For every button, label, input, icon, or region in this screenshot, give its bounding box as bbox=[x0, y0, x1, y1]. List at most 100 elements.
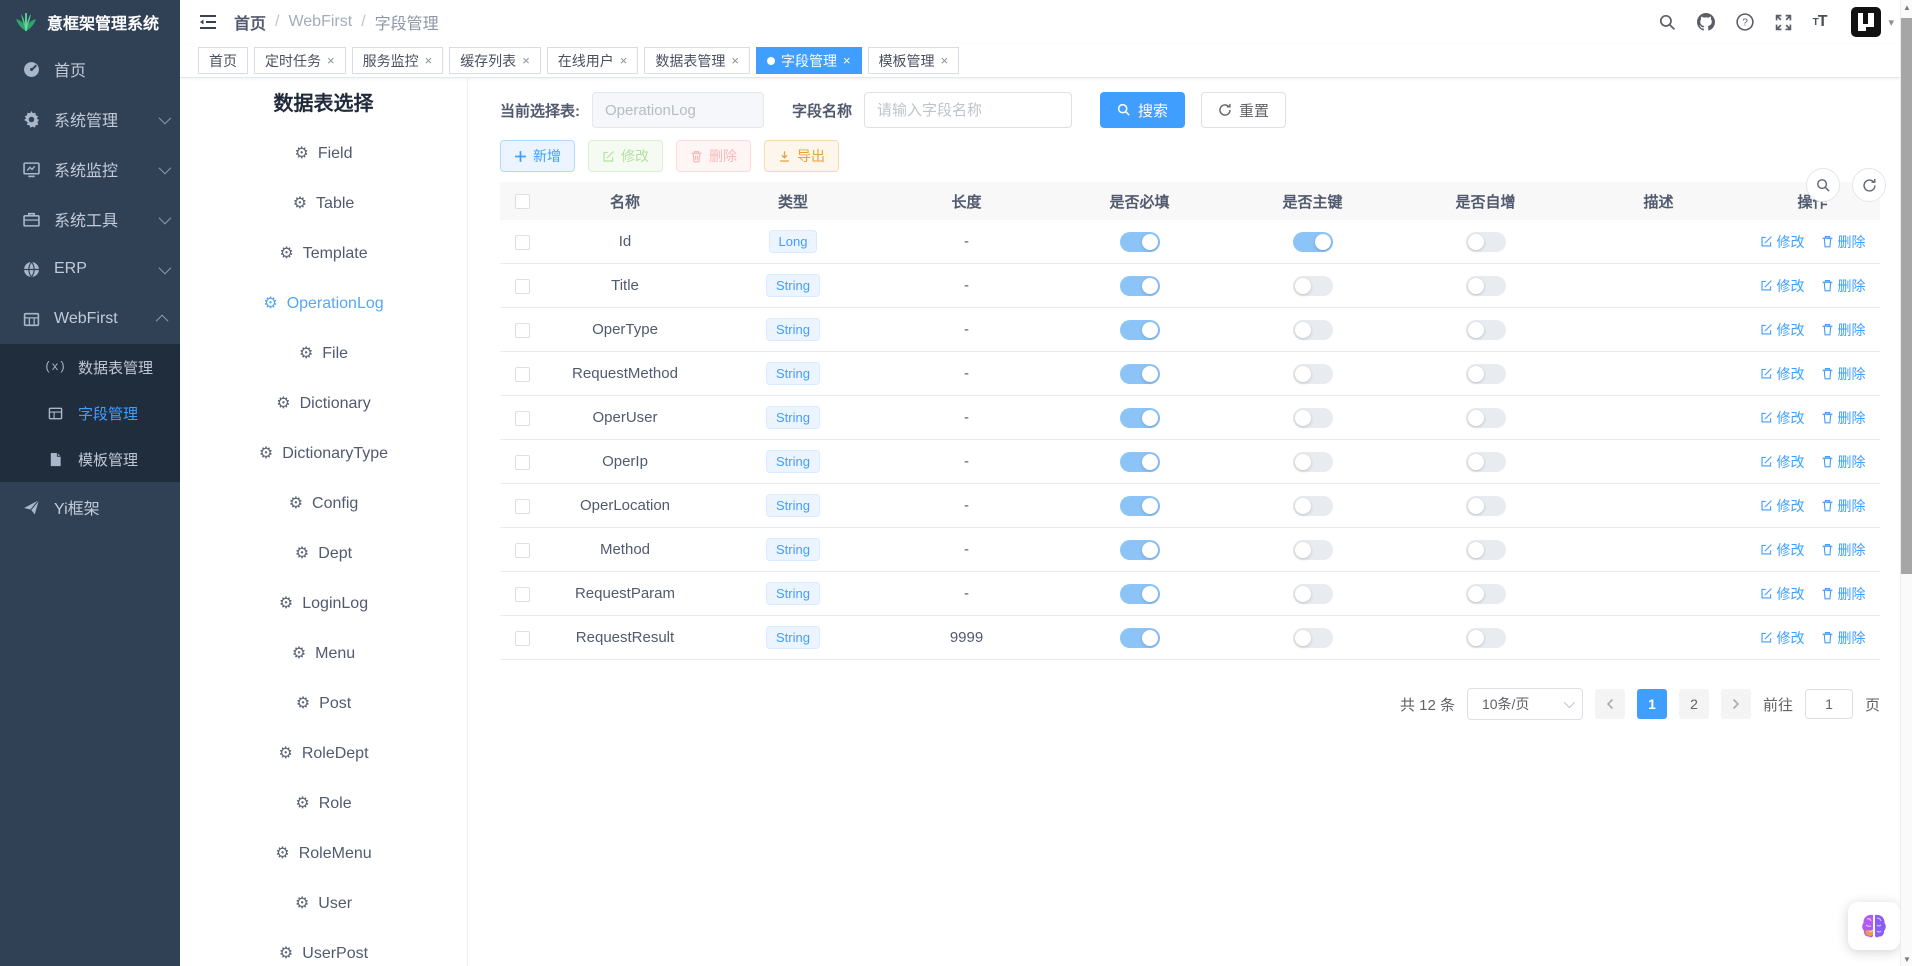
primary-key-switch[interactable] bbox=[1293, 232, 1333, 252]
row-checkbox[interactable] bbox=[515, 235, 530, 250]
auto-increment-switch[interactable] bbox=[1466, 364, 1506, 384]
sidebar-item-table-mgmt[interactable]: (x) 数据表管理 bbox=[0, 344, 180, 390]
auto-increment-switch[interactable] bbox=[1466, 584, 1506, 604]
tree-item-dept[interactable]: ⚙Dept bbox=[180, 529, 467, 579]
current-table-input[interactable] bbox=[592, 92, 764, 128]
row-checkbox[interactable] bbox=[515, 411, 530, 426]
tree-item-dictionarytype[interactable]: ⚙DictionaryType bbox=[180, 429, 467, 479]
tree-item-template[interactable]: ⚙Template bbox=[180, 229, 467, 279]
delete-link[interactable]: 删除 bbox=[1821, 540, 1866, 560]
auto-increment-switch[interactable] bbox=[1466, 452, 1506, 472]
edit-button[interactable]: 修改 bbox=[588, 140, 663, 172]
required-switch[interactable] bbox=[1120, 232, 1160, 252]
required-switch[interactable] bbox=[1120, 628, 1160, 648]
row-checkbox[interactable] bbox=[515, 587, 530, 602]
search-icon[interactable] bbox=[1659, 14, 1676, 31]
table-search-icon[interactable] bbox=[1806, 168, 1840, 202]
font-size-icon[interactable]: TT bbox=[1813, 13, 1827, 31]
tab-table-mgmt[interactable]: 数据表管理× bbox=[644, 47, 750, 74]
primary-key-switch[interactable] bbox=[1293, 408, 1333, 428]
export-button[interactable]: 导出 bbox=[764, 140, 839, 172]
page-button-2[interactable]: 2 bbox=[1679, 689, 1709, 719]
close-icon[interactable]: × bbox=[620, 53, 628, 68]
edit-link[interactable]: 修改 bbox=[1760, 320, 1805, 340]
primary-key-switch[interactable] bbox=[1293, 540, 1333, 560]
sidebar-item-yi-framework[interactable]: Yi框架 bbox=[0, 482, 180, 532]
required-switch[interactable] bbox=[1120, 276, 1160, 296]
row-checkbox[interactable] bbox=[515, 631, 530, 646]
breadcrumb-home[interactable]: 首页 bbox=[234, 10, 266, 34]
breadcrumb-webfirst[interactable]: WebFirst bbox=[288, 13, 352, 31]
primary-key-switch[interactable] bbox=[1293, 452, 1333, 472]
row-checkbox[interactable] bbox=[515, 543, 530, 558]
row-checkbox[interactable] bbox=[515, 323, 530, 338]
tree-item-menu[interactable]: ⚙Menu bbox=[180, 629, 467, 679]
tab-timed-task[interactable]: 定时任务× bbox=[254, 47, 346, 74]
required-switch[interactable] bbox=[1120, 496, 1160, 516]
primary-key-switch[interactable] bbox=[1293, 628, 1333, 648]
primary-key-switch[interactable] bbox=[1293, 496, 1333, 516]
required-switch[interactable] bbox=[1120, 452, 1160, 472]
auto-increment-switch[interactable] bbox=[1466, 408, 1506, 428]
sidebar-item-field-mgmt[interactable]: 字段管理 bbox=[0, 390, 180, 436]
sidebar-item-erp[interactable]: ERP bbox=[0, 244, 180, 294]
refresh-icon[interactable] bbox=[1852, 168, 1886, 202]
edit-link[interactable]: 修改 bbox=[1760, 452, 1805, 472]
edit-link[interactable]: 修改 bbox=[1760, 584, 1805, 604]
auto-increment-switch[interactable] bbox=[1466, 320, 1506, 340]
delete-link[interactable]: 删除 bbox=[1821, 452, 1866, 472]
select-all-checkbox[interactable] bbox=[515, 194, 530, 209]
edit-link[interactable]: 修改 bbox=[1760, 408, 1805, 428]
close-icon[interactable]: × bbox=[843, 53, 851, 68]
required-switch[interactable] bbox=[1120, 540, 1160, 560]
tree-item-post[interactable]: ⚙Post bbox=[180, 679, 467, 729]
add-button[interactable]: 新增 bbox=[500, 140, 575, 172]
tree-item-rolemenu[interactable]: ⚙RoleMenu bbox=[180, 829, 467, 879]
edit-link[interactable]: 修改 bbox=[1760, 496, 1805, 516]
auto-increment-switch[interactable] bbox=[1466, 628, 1506, 648]
ai-assistant-button[interactable] bbox=[1848, 902, 1900, 950]
edit-link[interactable]: 修改 bbox=[1760, 276, 1805, 296]
close-icon[interactable]: × bbox=[425, 53, 433, 68]
help-icon[interactable]: ? bbox=[1736, 13, 1754, 31]
tab-service-monitor[interactable]: 服务监控× bbox=[352, 47, 444, 74]
tree-item-file[interactable]: ⚙File bbox=[180, 329, 467, 379]
tree-item-loginlog[interactable]: ⚙LoginLog bbox=[180, 579, 467, 629]
delete-link[interactable]: 删除 bbox=[1821, 232, 1866, 252]
edit-link[interactable]: 修改 bbox=[1760, 232, 1805, 252]
delete-link[interactable]: 删除 bbox=[1821, 584, 1866, 604]
auto-increment-switch[interactable] bbox=[1466, 276, 1506, 296]
field-name-input[interactable] bbox=[864, 92, 1072, 128]
delete-link[interactable]: 删除 bbox=[1821, 408, 1866, 428]
github-icon[interactable] bbox=[1697, 13, 1715, 31]
required-switch[interactable] bbox=[1120, 320, 1160, 340]
tab-cache-list[interactable]: 缓存列表× bbox=[449, 47, 541, 74]
row-checkbox[interactable] bbox=[515, 279, 530, 294]
delete-button[interactable]: 删除 bbox=[676, 140, 751, 172]
sidebar-item-home[interactable]: 首页 bbox=[0, 44, 180, 94]
goto-page-input[interactable] bbox=[1805, 689, 1853, 719]
sidebar-item-webfirst[interactable]: WebFirst bbox=[0, 294, 180, 344]
page-button-1[interactable]: 1 bbox=[1637, 689, 1667, 719]
tree-item-config[interactable]: ⚙Config bbox=[180, 479, 467, 529]
tree-item-userpost[interactable]: ⚙UserPost bbox=[180, 929, 467, 966]
sidebar-item-system-monitor[interactable]: 系统监控 bbox=[0, 144, 180, 194]
tree-item-dictionary[interactable]: ⚙Dictionary bbox=[180, 379, 467, 429]
close-icon[interactable]: × bbox=[327, 53, 335, 68]
auto-increment-switch[interactable] bbox=[1466, 540, 1506, 560]
primary-key-switch[interactable] bbox=[1293, 276, 1333, 296]
fullscreen-icon[interactable] bbox=[1775, 14, 1792, 31]
close-icon[interactable]: × bbox=[941, 53, 949, 68]
close-icon[interactable]: × bbox=[522, 53, 530, 68]
search-button[interactable]: 搜索 bbox=[1100, 92, 1185, 128]
primary-key-switch[interactable] bbox=[1293, 364, 1333, 384]
primary-key-switch[interactable] bbox=[1293, 584, 1333, 604]
reset-button[interactable]: 重置 bbox=[1201, 92, 1286, 128]
tree-item-user[interactable]: ⚙User bbox=[180, 879, 467, 929]
tree-item-table[interactable]: ⚙Table bbox=[180, 179, 467, 229]
tree-item-field[interactable]: ⚙Field bbox=[180, 129, 467, 179]
scroll-up-icon[interactable]: ▲ bbox=[1901, 0, 1912, 14]
next-page-button[interactable] bbox=[1721, 689, 1751, 719]
scrollbar-thumb[interactable] bbox=[1901, 18, 1912, 574]
edit-link[interactable]: 修改 bbox=[1760, 364, 1805, 384]
